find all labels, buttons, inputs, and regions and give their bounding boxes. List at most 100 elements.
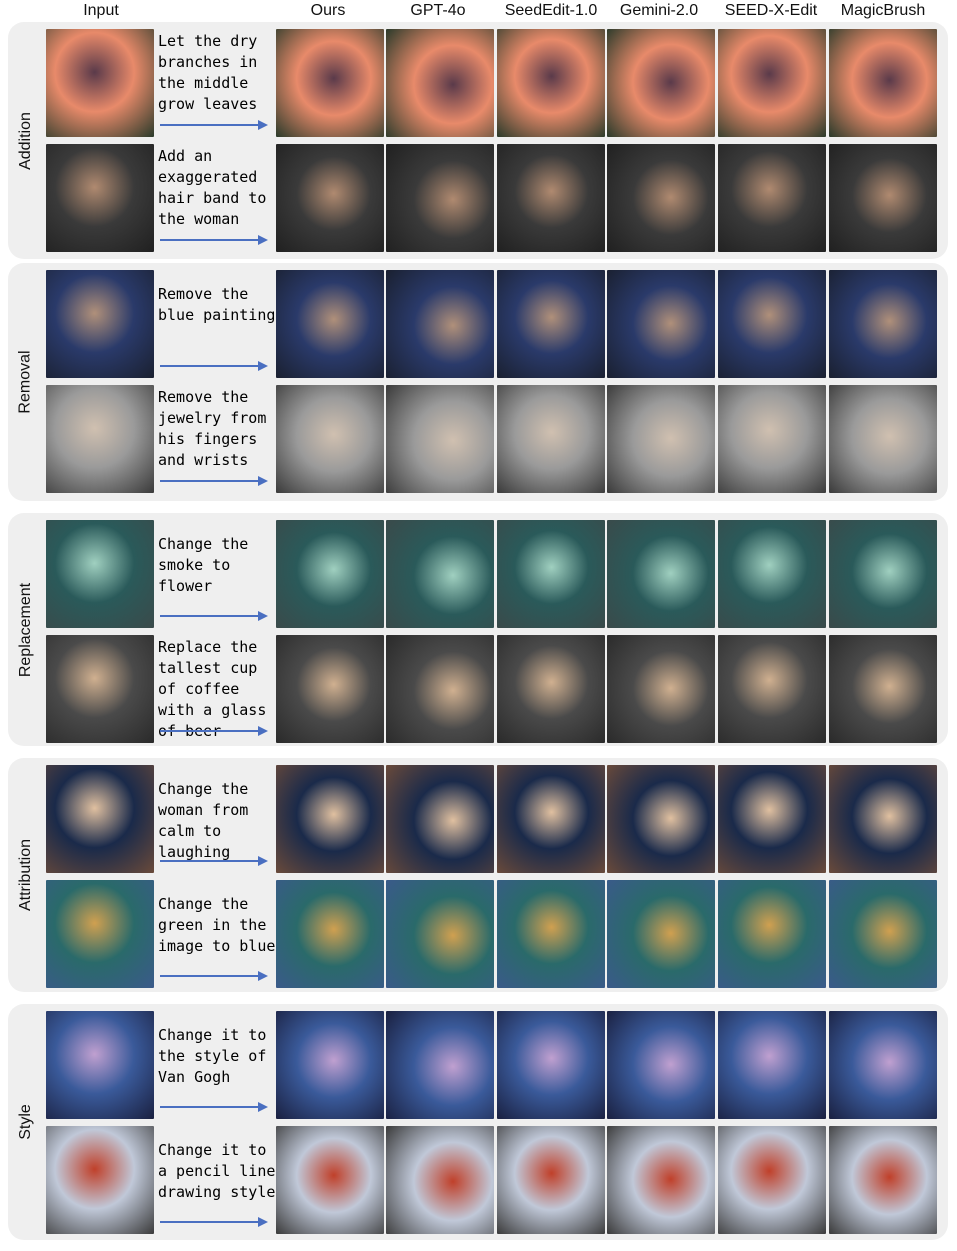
- result-image-gemini-2-0: [607, 1011, 715, 1119]
- column-header-gemini-2-0: Gemini-2.0: [619, 2, 699, 19]
- result-image-seededit-1-0: [497, 270, 605, 378]
- result-image-seededit-1-0: [497, 765, 605, 873]
- result-image-ours: [276, 270, 384, 378]
- result-image-seededit-1-0: [497, 1011, 605, 1119]
- arrow-right-icon: [160, 971, 268, 981]
- edit-instruction: Let the dry branches in the middle grow …: [158, 32, 258, 113]
- column-header-gpt-4o: GPT-4o: [410, 2, 466, 19]
- result-image-gpt-4o: [386, 385, 494, 493]
- result-image-seed-x-edit: [718, 270, 826, 378]
- result-image-seededit-1-0: [497, 880, 605, 988]
- result-image-gemini-2-0: [607, 765, 715, 873]
- input-image: [46, 29, 154, 137]
- result-image-gemini-2-0: [607, 520, 715, 628]
- arrow-right-icon: [160, 856, 268, 866]
- result-image-gemini-2-0: [607, 1126, 715, 1234]
- result-image-ours: [276, 765, 384, 873]
- result-image-gpt-4o: [386, 880, 494, 988]
- result-image-ours: [276, 880, 384, 988]
- result-image-seed-x-edit: [718, 29, 826, 137]
- input-image: [46, 270, 154, 378]
- result-image-ours: [276, 635, 384, 743]
- group-label-text: Style: [16, 1104, 34, 1140]
- group-label: Replacement: [6, 513, 46, 746]
- edit-instruction: Change it to a pencil line drawing style: [158, 1141, 276, 1201]
- result-image-ours: [276, 29, 384, 137]
- result-image-ours: [276, 385, 384, 493]
- arrow-right-icon: [160, 235, 268, 245]
- group-label: Attribution: [6, 758, 46, 992]
- column-header-input: Input: [83, 2, 119, 19]
- result-image-seed-x-edit: [718, 1126, 826, 1234]
- edit-instruction: Change the green in the image to blue: [158, 895, 276, 955]
- group-label-text: Addition: [17, 111, 35, 170]
- result-image-gemini-2-0: [607, 635, 715, 743]
- result-image-magicbrush: [829, 270, 937, 378]
- result-image-magicbrush: [829, 765, 937, 873]
- input-image: [46, 385, 154, 493]
- result-image-seed-x-edit: [718, 144, 826, 252]
- result-image-gemini-2-0: [607, 270, 715, 378]
- result-image-magicbrush: [829, 144, 937, 252]
- result-image-gpt-4o: [386, 520, 494, 628]
- arrow-right-icon: [160, 1102, 268, 1112]
- result-image-seed-x-edit: [718, 880, 826, 988]
- result-image-gpt-4o: [386, 1126, 494, 1234]
- edit-instruction: Add an exaggerated hair band to the woma…: [158, 147, 267, 228]
- arrow-right-icon: [160, 611, 268, 621]
- result-image-seededit-1-0: [497, 144, 605, 252]
- column-header-magicbrush: MagicBrush: [840, 2, 926, 19]
- result-image-gemini-2-0: [607, 880, 715, 988]
- input-image: [46, 1126, 154, 1234]
- group-label: Addition: [6, 22, 46, 259]
- column-header-seededit-1-0: SeedEdit-1.0: [504, 2, 598, 19]
- result-image-seed-x-edit: [718, 385, 826, 493]
- input-image: [46, 1011, 154, 1119]
- arrow-right-icon: [160, 120, 268, 130]
- arrow-right-icon: [160, 726, 268, 736]
- edit-instruction: Remove the blue painting: [158, 285, 276, 324]
- result-image-magicbrush: [829, 1011, 937, 1119]
- result-image-gpt-4o: [386, 765, 494, 873]
- result-image-gpt-4o: [386, 144, 494, 252]
- result-image-seededit-1-0: [497, 29, 605, 137]
- result-image-seed-x-edit: [718, 635, 826, 743]
- edit-instruction: Change the smoke to flower: [158, 535, 249, 595]
- arrow-right-icon: [160, 476, 268, 486]
- result-image-magicbrush: [829, 1126, 937, 1234]
- edit-instruction: Change the woman from calm to laughing: [158, 780, 249, 861]
- result-image-gemini-2-0: [607, 29, 715, 137]
- result-image-ours: [276, 144, 384, 252]
- result-image-gpt-4o: [386, 1011, 494, 1119]
- result-image-magicbrush: [829, 385, 937, 493]
- input-image: [46, 144, 154, 252]
- result-image-gpt-4o: [386, 270, 494, 378]
- result-image-seededit-1-0: [497, 520, 605, 628]
- group-label: Removal: [6, 263, 46, 501]
- result-image-magicbrush: [829, 635, 937, 743]
- result-image-gemini-2-0: [607, 385, 715, 493]
- result-image-ours: [276, 1011, 384, 1119]
- group-label: Style: [6, 1004, 46, 1240]
- result-image-seededit-1-0: [497, 385, 605, 493]
- result-image-magicbrush: [829, 29, 937, 137]
- input-image: [46, 520, 154, 628]
- result-image-seed-x-edit: [718, 1011, 826, 1119]
- input-image: [46, 635, 154, 743]
- input-image: [46, 880, 154, 988]
- group-label-text: Removal: [17, 350, 35, 414]
- input-image: [46, 765, 154, 873]
- edit-instruction: Change it to the style of Van Gogh: [158, 1026, 267, 1086]
- result-image-magicbrush: [829, 880, 937, 988]
- column-header-ours: Ours: [310, 2, 346, 19]
- result-image-gpt-4o: [386, 635, 494, 743]
- result-image-magicbrush: [829, 520, 937, 628]
- result-image-gpt-4o: [386, 29, 494, 137]
- result-image-gemini-2-0: [607, 144, 715, 252]
- group-label-text: Replacement: [17, 582, 34, 677]
- arrow-right-icon: [160, 361, 268, 371]
- edit-instruction: Remove the jewelry from his fingers and …: [158, 388, 267, 469]
- result-image-ours: [276, 520, 384, 628]
- result-image-seededit-1-0: [497, 1126, 605, 1234]
- result-image-seed-x-edit: [718, 520, 826, 628]
